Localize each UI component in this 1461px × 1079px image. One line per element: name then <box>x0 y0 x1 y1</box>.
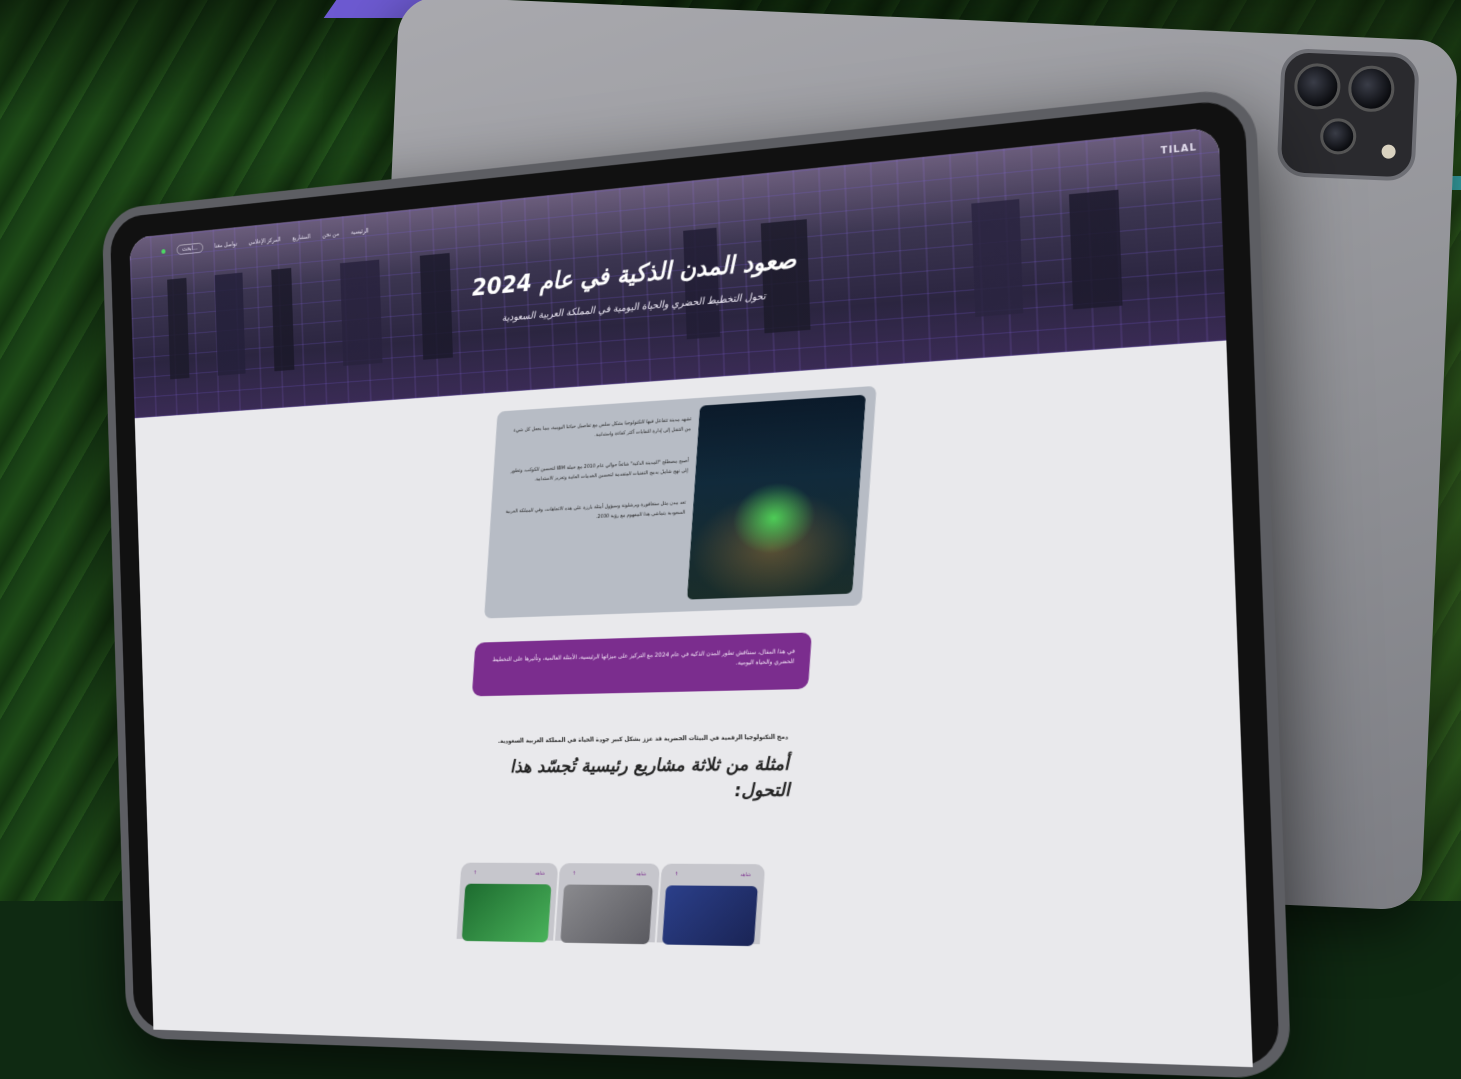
project-card-label: شاهد <box>635 871 647 878</box>
camera-lens-icon <box>1319 117 1357 156</box>
nav-item[interactable]: تواصل معنا <box>214 240 237 249</box>
project-card[interactable]: ↑ شاهد <box>656 863 766 947</box>
project-card[interactable]: ↑ شاهد <box>554 863 661 945</box>
project-card-header: ↑ شاهد <box>660 864 765 887</box>
paragraph: تعد مدن مثل سنغافورة وبرشلونة وسيؤول أمث… <box>505 499 687 521</box>
city-night-image <box>686 394 867 600</box>
nav-item[interactable]: من نحن <box>322 230 339 238</box>
project-card-header: ↑ شاهد <box>559 863 660 885</box>
section-intro: دمج التكنولوجيا الرقمية في البيئات الحضر… <box>497 733 789 745</box>
arrow-up-icon: ↑ <box>473 870 478 877</box>
paragraph: أصبح مصطلح "المدينة الذكية" شائعاً حوالي… <box>510 457 689 483</box>
brand-logo[interactable]: TILAL <box>1161 143 1198 157</box>
summary-banner: في هذا المقال، سنناقش تطور المدن الذكية … <box>471 632 812 697</box>
paragraph: تشهد مدينة تتفاعل فيها التكنولوجيا بشكل … <box>513 416 692 439</box>
flash-icon <box>1381 144 1396 159</box>
arrow-up-icon: ↑ <box>571 870 577 877</box>
camera-lens-icon <box>1347 64 1396 113</box>
project-thumbnail <box>662 885 758 947</box>
search-input[interactable]: ابحث... <box>176 242 204 255</box>
arrow-up-icon: ↑ <box>674 871 679 878</box>
project-card[interactable]: ↑ شاهد <box>456 862 559 943</box>
intro-card-text: تشهد مدينة تتفاعل فيها التكنولوجيا بشكل … <box>499 414 691 548</box>
intro-card: تشهد مدينة تتفاعل فيها التكنولوجيا بشكل … <box>484 385 877 619</box>
project-card-header: ↑ شاهد <box>460 863 558 885</box>
nav-item[interactable]: المركز الإعلامي <box>248 236 280 246</box>
status-dot-icon <box>161 248 166 254</box>
nav-item[interactable]: المشاريع <box>292 233 311 241</box>
project-thumbnail <box>560 884 653 945</box>
brand-name: TILAL <box>1160 142 1198 157</box>
camera-lens-icon <box>1293 62 1342 111</box>
project-card-label: شاهد <box>534 870 546 877</box>
section-heading: أمثلة من ثلاثة مشاريع رئيسية تُجسّد هذا … <box>509 753 791 802</box>
camera-module <box>1276 47 1420 182</box>
front-tablet: ابحث... تواصل معنا المركز الإعلامي المشا… <box>101 86 1292 1079</box>
project-card-label: شاهد <box>740 872 752 879</box>
nav-item[interactable]: الرئيسية <box>351 227 369 235</box>
project-thumbnail <box>461 883 552 943</box>
tablet-screen: ابحث... تواصل معنا المركز الإعلامي المشا… <box>129 126 1253 1068</box>
